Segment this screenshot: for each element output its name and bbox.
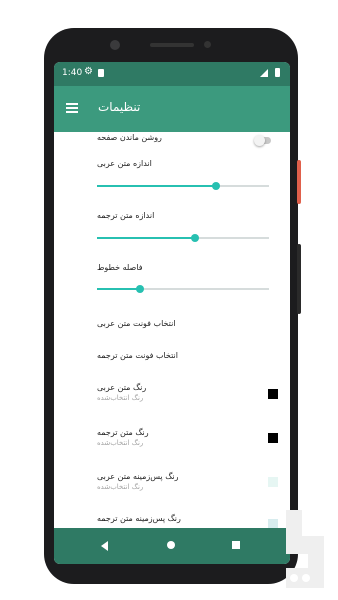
translation-font-option[interactable]: انتخاب فونت متن ترجمه [97,351,178,360]
recent-apps-square-icon[interactable] [232,541,240,549]
arabic-font-option[interactable]: انتخاب فونت متن عربی [97,319,176,328]
translation-text-color-swatch[interactable] [268,433,278,443]
app-bar: تنظیمات [54,86,290,132]
power-button [297,160,301,204]
store-logo-icon [286,510,324,588]
arabic-text-color-swatch[interactable] [268,389,278,399]
line-spacing-slider-thumb[interactable] [136,285,144,293]
status-bar: 1:40 ⚙ [54,62,290,86]
hamburger-menu-icon[interactable] [66,103,78,113]
arabic-bg-color-subtitle: رنگ انتخاب‌شده [97,483,144,491]
proximity-sensor [204,41,211,48]
back-triangle-icon[interactable] [101,541,108,551]
translation-text-color-subtitle: رنگ انتخاب‌شده [97,439,144,447]
line-spacing-slider[interactable] [97,285,269,293]
translation-bg-color-swatch[interactable] [268,519,278,528]
volume-button [297,244,301,314]
arabic-bg-color-label: رنگ پس‌زمینه متن عربی [97,472,179,481]
settings-list[interactable]: روشن ماندن صفحه اندازه متن عربی اندازه م… [54,132,290,528]
translation-text-size-label: اندازه متن ترجمه [97,211,155,220]
page-title: تنظیمات [98,100,141,114]
line-spacing-slider-fill [97,288,140,290]
battery-icon [275,68,280,77]
translation-text-size-slider-thumb[interactable] [191,234,200,242]
sd-card-icon [98,69,104,77]
system-nav-bar [54,528,290,564]
arabic-text-size-slider-fill [97,185,216,187]
arabic-text-size-label: اندازه متن عربی [97,159,152,168]
status-time: 1:40 [62,68,83,78]
arabic-text-color-subtitle: رنگ انتخاب‌شده [97,394,144,402]
translation-text-size-slider[interactable] [97,234,269,242]
keep-screen-on-label: روشن ماندن صفحه [97,133,162,142]
arabic-text-size-slider-thumb[interactable] [211,182,220,190]
translation-bg-color-label: رنگ پس‌زمینه متن ترجمه [97,514,181,523]
signal-icon [260,69,268,77]
arabic-text-size-slider[interactable] [97,182,269,190]
earpiece-speaker [150,43,194,47]
gear-icon: ⚙ [84,66,93,77]
keep-screen-on-switch-knob[interactable] [254,135,265,146]
arabic-text-color-label: رنگ متن عربی [97,383,147,392]
arabic-bg-color-swatch[interactable] [268,477,278,487]
phone-screen: 1:40 ⚙ تنظیمات روشن ماندن صفحه اندازه مت… [54,62,290,564]
translation-text-color-label: رنگ متن ترجمه [97,428,149,437]
translation-text-size-slider-fill [97,237,196,239]
home-circle-icon[interactable] [167,541,175,549]
front-camera [110,40,120,50]
line-spacing-label: فاصله خطوط [97,263,143,272]
